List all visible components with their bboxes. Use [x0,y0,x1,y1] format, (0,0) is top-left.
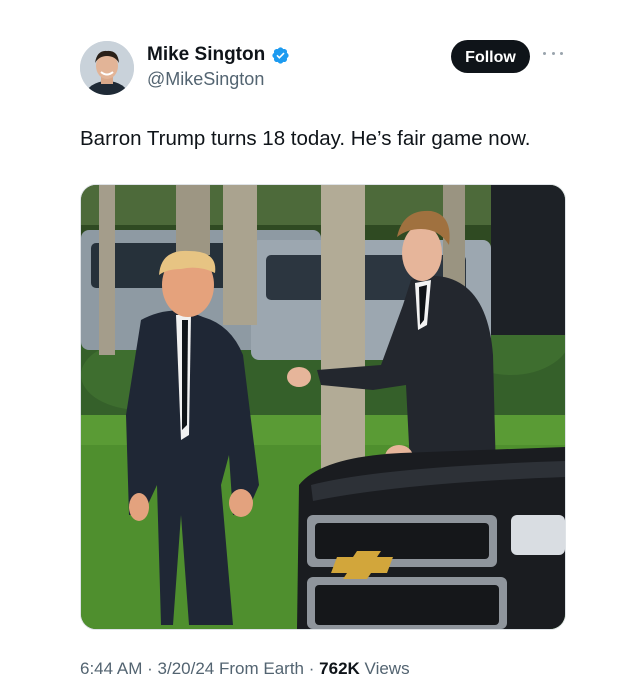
meta-separator: · [147,659,153,678]
more-dot [551,51,555,55]
author-name-text[interactable]: Mike Sington [147,44,265,66]
tweet-date[interactable]: 3/20/24 [158,659,215,678]
more-dot [543,51,546,55]
meta-separator: · [308,659,315,678]
views-label: Views [364,659,410,678]
follow-button[interactable]: Follow [451,40,530,73]
tweet-media-photo[interactable] [80,184,566,630]
tweet-time[interactable]: 6:44 AM [80,659,142,678]
tweet-meta: 6:44 AM · 3/20/24 From Earth · 762K View… [80,659,410,679]
author-handle[interactable]: @MikeSington [147,69,264,90]
more-horizontal-icon[interactable] [543,50,563,56]
tweet-text: Barron Trump turns 18 today. He’s fair g… [80,127,531,150]
photo-illustration [81,185,565,629]
views-count: 762K [319,659,360,678]
avatar-image [80,41,134,95]
avatar[interactable] [80,41,134,95]
verified-badge-icon [272,46,289,64]
tweet-source: From Earth [218,659,305,678]
more-dot [560,51,563,55]
author-display-name[interactable]: Mike Sington [147,44,290,66]
